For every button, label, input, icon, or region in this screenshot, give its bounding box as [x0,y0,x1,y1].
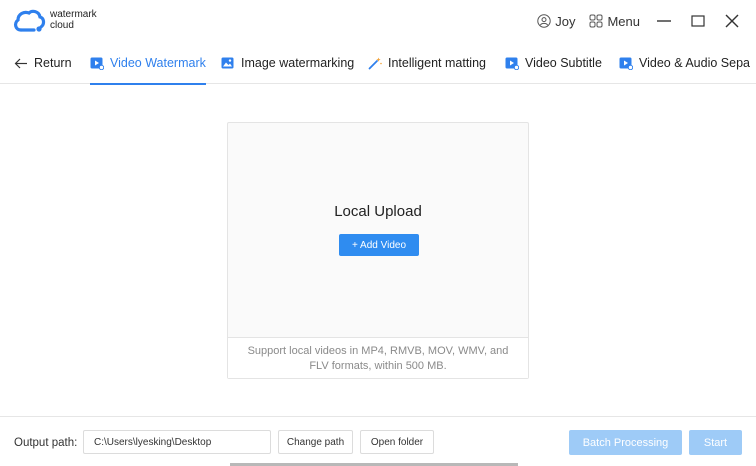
upload-title: Local Upload [334,203,422,220]
maximize-button[interactable] [688,11,708,31]
tab-video-subtitle[interactable]: Video Subtitle [505,42,602,84]
upload-area[interactable]: Local Upload + Add Video [228,123,528,337]
image-icon [221,57,234,68]
return-button[interactable]: Return [14,42,72,84]
logo-line2: cloud [50,20,74,31]
maximize-icon [691,15,705,27]
tab-label: Video Subtitle [525,56,602,70]
bottom-bar: Output path: Change path Open folder Bat… [0,416,756,466]
batch-processing-button[interactable]: Batch Processing [569,430,682,455]
magic-wand-icon [368,57,382,69]
add-video-button[interactable]: + Add Video [339,234,419,256]
output-path-field[interactable] [83,430,271,454]
user-icon [537,14,551,28]
tab-image-watermarking[interactable]: Image watermarking [221,42,354,84]
video-icon [619,57,633,70]
return-label: Return [34,56,72,70]
open-folder-button[interactable]: Open folder [360,430,434,454]
tab-intelligent-matting[interactable]: Intelligent matting [368,42,486,84]
logo-line1: watermark [50,9,97,20]
tab-label: Image watermarking [241,56,355,70]
minimize-icon [657,20,671,22]
grid-menu-icon [589,14,603,28]
tab-video-watermark[interactable]: Video Watermark [90,42,206,85]
title-bar: watermark cloud Joy Menu [0,0,756,42]
tab-label: Video Watermark [110,56,206,70]
start-button[interactable]: Start [689,430,742,455]
minimize-button[interactable] [654,11,674,31]
menu-label: Menu [607,13,640,29]
cloud-logo-icon [14,9,46,32]
supported-formats-note: Support local videos in MP4, RMVB, MOV, … [228,337,528,378]
note-line: Support local videos in MP4, RMVB, MOV, … [247,345,509,357]
upload-dropzone[interactable]: Local Upload + Add Video Support local v… [227,122,529,379]
tab-label: Intelligent matting [388,56,486,70]
menu-button[interactable]: Menu [589,14,640,29]
video-icon [505,57,519,70]
close-button[interactable] [722,11,742,31]
note-line: FLV formats, within 500 MB. [309,360,447,372]
close-icon [725,14,739,28]
arrow-left-icon [14,58,27,68]
tab-video-audio-separation[interactable]: Video & Audio Sepa [619,42,750,84]
feature-tabs: Return Video Watermark Image watermarkin… [0,42,756,85]
output-path-label: Output path: [14,437,78,449]
user-account-button[interactable]: Joy [537,14,575,29]
app-logo-text: watermark cloud [50,9,97,31]
tab-label: Video & Audio Sepa [639,56,750,70]
change-path-button[interactable]: Change path [278,430,353,454]
user-name: Joy [555,13,576,29]
video-icon [90,57,104,70]
